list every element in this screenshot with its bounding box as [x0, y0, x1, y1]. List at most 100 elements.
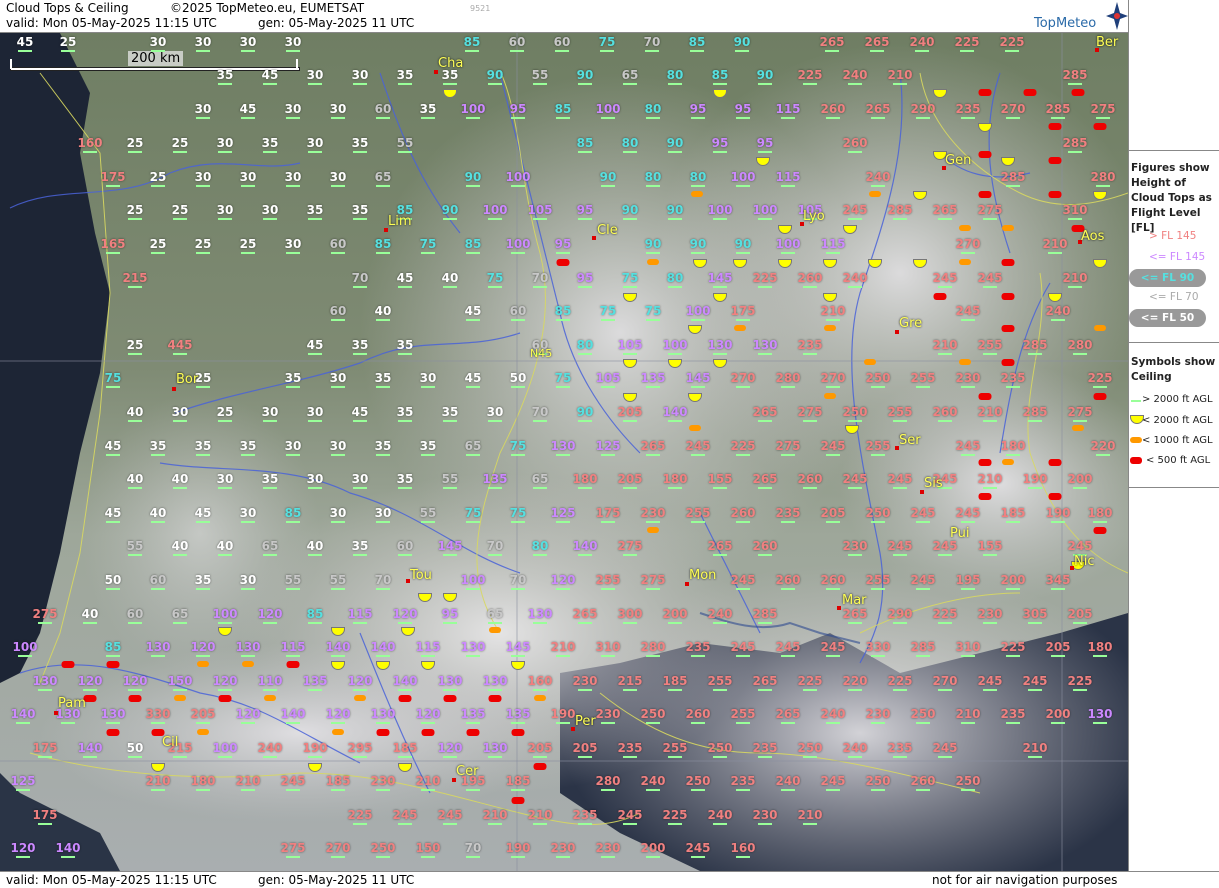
- cloud-top-label: 125: [595, 439, 621, 453]
- ceiling-ok-line: [758, 83, 772, 85]
- cloud-top-label: 60: [374, 102, 392, 116]
- ceiling-ok-line: [286, 789, 300, 791]
- ceiling-ok-line: [758, 487, 772, 489]
- ceiling-ok-line: [1006, 588, 1020, 590]
- ceiling-ok-line: [623, 353, 637, 355]
- ceiling-ok-line: [263, 622, 277, 624]
- ceiling-ok-line: [871, 521, 885, 523]
- ceiling-ok-line: [826, 454, 840, 456]
- cloud-top-label: 85: [576, 136, 594, 150]
- cloud-top-label: 260: [932, 405, 958, 419]
- cloud-top-label: 30: [351, 68, 369, 82]
- cloud-top-label: 235: [887, 741, 913, 755]
- ceiling-ok-line: [533, 83, 547, 85]
- cloud-top-label: 245: [437, 808, 463, 822]
- cloud-top-label: 65: [486, 607, 504, 621]
- ceiling-ok-line: [218, 554, 232, 556]
- ceiling-ok-line: [758, 622, 772, 624]
- ceiling-ok-line: [331, 117, 345, 119]
- cloud-top-label: 240: [842, 741, 868, 755]
- ceiling-ok-line: [16, 789, 30, 791]
- image-id: 9521: [470, 4, 491, 13]
- cloud-top-label: 25: [239, 237, 257, 251]
- ceiling-ok-line: [601, 856, 615, 858]
- ceiling-ok-line: [690, 50, 704, 52]
- ceiling-ok-line: [871, 454, 885, 456]
- ceiling-ok-line: [916, 588, 930, 590]
- cloud-top-label: 235: [775, 506, 801, 520]
- cloud-top-label: 30: [329, 170, 347, 184]
- ceiling-ok-line: [218, 151, 232, 153]
- ceiling-ok-line: [646, 117, 660, 119]
- ceiling-ok-line: [196, 588, 210, 590]
- cloud-top-label: 230: [640, 506, 666, 520]
- ceiling-ok-line: [1051, 521, 1065, 523]
- ceiling-ok-line: [691, 386, 705, 388]
- cloud-top-label: 50: [126, 741, 144, 755]
- cloud-top-label: 80: [621, 136, 639, 150]
- cloud-top-label: 295: [347, 741, 373, 755]
- cloud-top-label: 255: [707, 674, 733, 688]
- ceiling-ok-line: [511, 655, 525, 657]
- ceiling-lt500-symbol: [1048, 459, 1062, 466]
- cloud-top-label: 130: [32, 674, 58, 688]
- ceiling-ok-line: [555, 50, 569, 52]
- cloud-top-label: 130: [482, 674, 508, 688]
- cloud-top-label: 245: [955, 506, 981, 520]
- ceiling-ok-line: [826, 789, 840, 791]
- legend-orange-symbol: [1130, 437, 1142, 443]
- ceiling-ok-line: [578, 83, 592, 85]
- cloud-top-label: 280: [1090, 170, 1116, 184]
- cloud-top-label: 75: [509, 506, 527, 520]
- ceiling-ok-line: [826, 588, 840, 590]
- ceiling-lt500-symbol: [376, 729, 390, 736]
- ceiling-ok-line: [263, 756, 277, 758]
- cloud-top-label: 245: [955, 304, 981, 318]
- ceiling-ok-line: [646, 588, 660, 590]
- cloud-top-label: 230: [865, 707, 891, 721]
- ceiling-ok-line: [421, 117, 435, 119]
- compass-icon: [1106, 2, 1128, 30]
- cloud-top-label: 205: [1045, 640, 1071, 654]
- ceiling-ok-line: [331, 386, 345, 388]
- ceiling-ok-line: [646, 252, 660, 254]
- cloud-top-label: 285: [1045, 102, 1071, 116]
- ceiling-ok-line: [893, 554, 907, 556]
- cloud-top-label: 245: [280, 774, 306, 788]
- ceiling-ok-line: [241, 655, 255, 657]
- ceiling-ok-line: [511, 319, 525, 321]
- cloud-top-label: 80: [644, 170, 662, 184]
- cloud-top-label: 30: [419, 371, 437, 385]
- ceiling-ok-line: [353, 353, 367, 355]
- cloud-top-label: 275: [280, 841, 306, 855]
- cloud-top-label: 145: [707, 271, 733, 285]
- ceiling-ok-line: [848, 689, 862, 691]
- cloud-top-label: 60: [149, 573, 167, 587]
- cloud-top-label: 205: [1067, 607, 1093, 621]
- ceiling-ok-line: [61, 50, 75, 52]
- cloud-top-label: 205: [617, 405, 643, 419]
- cloud-top-label: 230: [370, 774, 396, 788]
- topmeteo-logo[interactable]: TopMeteo: [1030, 2, 1128, 32]
- cloud-top-label: 120: [190, 640, 216, 654]
- cloud-top-label: 115: [775, 170, 801, 184]
- ceiling-ok-line: [916, 117, 930, 119]
- ceiling-ok-line: [848, 756, 862, 758]
- cloud-top-label: 255: [730, 707, 756, 721]
- legend-line-symbol: [1131, 400, 1141, 402]
- cloud-top-label: 210: [482, 808, 508, 822]
- ceiling-ok-line: [533, 756, 547, 758]
- ceiling-ok-line: [916, 655, 930, 657]
- ceiling-lt1000-symbol: [489, 627, 501, 633]
- ceiling-ok-line: [196, 454, 210, 456]
- ceiling-ok-line: [38, 823, 52, 825]
- cloud-top-label: 310: [1062, 203, 1088, 217]
- cloud-top-label: 220: [842, 674, 868, 688]
- ceiling-ok-line: [466, 722, 480, 724]
- cloud-top-label: 160: [527, 674, 553, 688]
- legend-red-symbol: [1130, 457, 1142, 464]
- city-dot-mar: [837, 606, 841, 610]
- cloud-top-label: 80: [531, 539, 549, 553]
- cloud-top-label: 65: [374, 170, 392, 184]
- generated-time: gen: 05-May-2025 11 UTC: [258, 16, 415, 30]
